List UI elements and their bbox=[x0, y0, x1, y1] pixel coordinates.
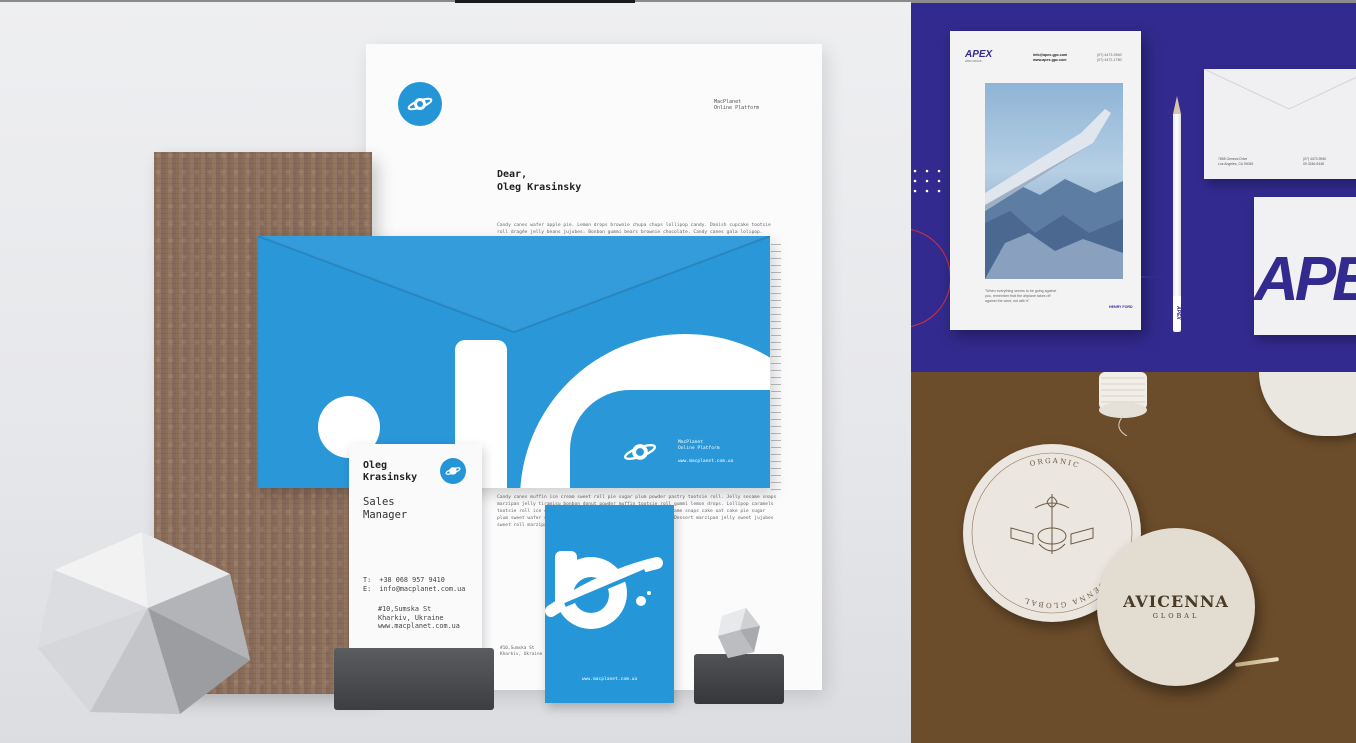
decorative-circle bbox=[911, 228, 951, 328]
stone-crystal bbox=[718, 608, 760, 658]
peek-address: #10,Sumska St Kharkiv, Ukraine bbox=[500, 646, 543, 657]
apex-contact: info@apex-gpc.com www.apex-gpc.com bbox=[1033, 53, 1068, 62]
planet-logo-icon bbox=[545, 551, 663, 629]
card-role: Sales Manager bbox=[363, 496, 408, 521]
envelope-arc-inner bbox=[570, 390, 770, 488]
business-card-back: www.macplanet.com.ua bbox=[545, 505, 674, 703]
envelope: MacPlanet Online Platform www.macplanet.… bbox=[258, 236, 770, 488]
letterhead-company: MacPlanet Online Platform bbox=[714, 99, 760, 111]
planet-logo-icon bbox=[440, 458, 466, 484]
apex-envelope: 7808 Geneva Drive Los Angeles, CA 90045 … bbox=[1204, 69, 1356, 179]
envelope-flap bbox=[1204, 69, 1356, 110]
planet-logo-icon bbox=[620, 432, 660, 472]
airplane-wing-photo bbox=[985, 83, 1123, 279]
envelope-address: 7808 Geneva Drive Los Angeles, CA 90045 bbox=[1218, 157, 1254, 166]
macplanet-stationery-mockup: MacPlanet Online Platform Dear, Oleg Kra… bbox=[0, 0, 911, 743]
letter-text-lines bbox=[771, 244, 781, 494]
top-edge-dark-strip bbox=[455, 0, 635, 3]
envelope-url: www.macplanet.com.ua bbox=[678, 459, 734, 464]
concrete-stand-right bbox=[694, 654, 784, 704]
apex-stationery-mockup: APEX APEX GROUP info@apex-gpc.com www.ap… bbox=[911, 0, 1356, 372]
avicenna-subtitle: GLOBAL bbox=[1152, 612, 1200, 620]
business-card-front: Oleg Krasinsky Sales Manager T: +38 068 … bbox=[349, 444, 482, 654]
top-edge-strip bbox=[911, 0, 1356, 3]
avicenna-coaster-mockup: AVICENNA GLOBAL ORGANIC AVICENNA GLOBAL bbox=[911, 372, 1356, 743]
concrete-icosahedron bbox=[38, 532, 250, 714]
card-back-url: www.macplanet.com.ua bbox=[581, 677, 638, 682]
svg-text:ORGANIC: ORGANIC bbox=[1029, 457, 1081, 470]
concrete-stand-left bbox=[334, 648, 494, 710]
dot-grid-pattern bbox=[913, 169, 941, 193]
coaster-partial bbox=[1259, 372, 1356, 436]
apex-business-card: APEX bbox=[1254, 197, 1356, 335]
apex-card-logo: APEX bbox=[1254, 245, 1356, 314]
card-contact: T: +38 068 957 9410 E: info@macplanet.co… bbox=[363, 576, 466, 593]
apex-logo-subtitle: APEX GROUP bbox=[965, 60, 982, 63]
brass-pin bbox=[1234, 656, 1280, 668]
planet-logo-icon bbox=[398, 82, 442, 126]
envelope-company: MacPlanet Online Platform bbox=[678, 440, 720, 451]
letter-greeting: Dear, Oleg Krasinsky bbox=[497, 169, 582, 193]
signature-accent-line bbox=[1141, 276, 1171, 278]
envelope-phone: (07) 4473-9940 09 3246-9448 bbox=[1303, 157, 1327, 166]
apex-logo: APEX bbox=[965, 49, 993, 60]
apex-phone: (07) 4473-9940 (07) 4472-1780 bbox=[1097, 53, 1122, 62]
apex-signature: HENRY FORD bbox=[1109, 305, 1133, 309]
pencil-label: APEX bbox=[1173, 296, 1181, 330]
apex-quote: "When everything seems to be going again… bbox=[985, 289, 1057, 303]
avicenna-title: AVICENNA bbox=[1123, 592, 1229, 611]
envelope-flap bbox=[258, 236, 770, 334]
card-address: #10,Sumska St Kharkiv, Ukraine www.macpl… bbox=[378, 605, 460, 630]
coaster-wordmark: AVICENNA GLOBAL bbox=[1097, 528, 1255, 686]
twine-spool bbox=[1099, 372, 1147, 436]
apex-letterhead: APEX APEX GROUP info@apex-gpc.com www.ap… bbox=[950, 31, 1141, 330]
ring-text-bottom: ORGANIC bbox=[1029, 457, 1079, 470]
card-name: Oleg Krasinsky bbox=[363, 460, 418, 483]
